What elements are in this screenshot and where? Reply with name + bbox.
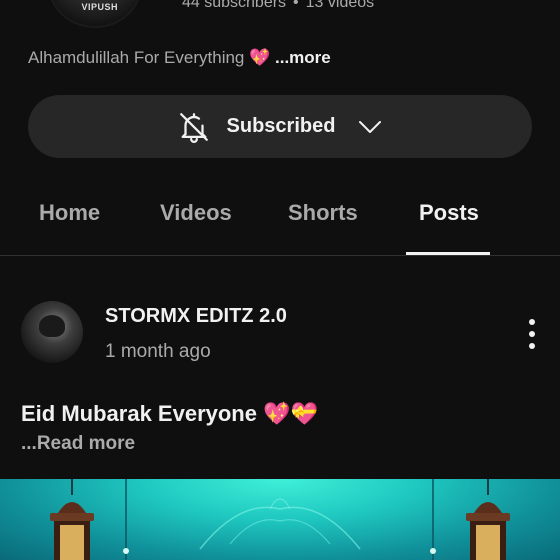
post-text: Eid Mubarak Everyone 💖💝 <box>21 401 318 426</box>
post-author-avatar[interactable] <box>21 301 83 363</box>
read-more-link[interactable]: ...Read more <box>21 433 135 455</box>
post-timestamp: 1 month ago <box>105 341 211 362</box>
tab-home[interactable]: Home <box>39 200 100 226</box>
tab-posts[interactable]: Posts <box>419 200 479 226</box>
tabs-divider <box>0 255 560 256</box>
bell-off-icon <box>179 112 208 143</box>
video-count: 13 videos <box>305 0 375 11</box>
tab-shorts[interactable]: Shorts <box>288 200 358 226</box>
channel-stats: 44 subscribers • 13 videos <box>182 0 374 12</box>
post-image[interactable] <box>0 479 560 560</box>
description-text: Alhamdulillah For Everything 💖 <box>28 48 271 67</box>
post-author-name[interactable]: STORMX EDITZ 2.0 <box>105 305 287 328</box>
description-more-link[interactable]: ...more <box>275 48 331 67</box>
channel-avatar-mark: VIPUSH <box>81 2 118 12</box>
tab-videos[interactable]: Videos <box>160 200 232 226</box>
more-vert-icon[interactable] <box>520 316 544 352</box>
chevron-down-icon <box>359 120 382 133</box>
subscribed-label: Subscribed <box>226 115 336 137</box>
subscribed-button[interactable]: Subscribed <box>28 95 532 158</box>
eid-lantern-illustration <box>50 479 510 560</box>
channel-description[interactable]: Alhamdulillah For Everything 💖 ...more <box>28 48 331 68</box>
subscriber-count: 44 subscribers <box>182 0 287 11</box>
channel-avatar[interactable]: VIPUSH <box>48 0 142 28</box>
stats-separator: • <box>293 0 299 11</box>
